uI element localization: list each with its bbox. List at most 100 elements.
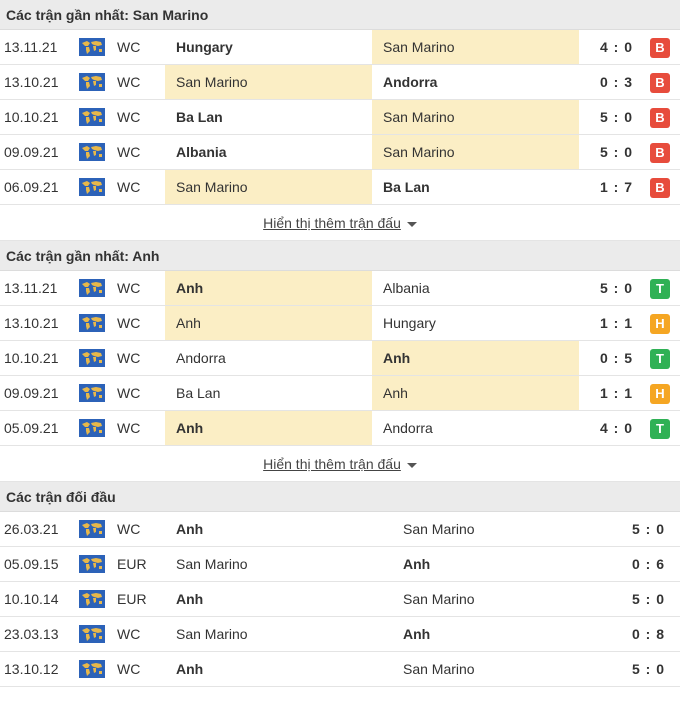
match-row[interactable]: 13.11.21 WC Anh Albania 5 : 0T [0, 271, 680, 306]
match-score[interactable]: 5 : 0 [600, 135, 650, 169]
match-row[interactable]: 23.03.13 WC San Marino Anh 0 : 8 [0, 617, 680, 652]
home-team[interactable]: Anh [165, 512, 385, 546]
match-score[interactable]: 1 : 1 [600, 376, 650, 410]
home-team[interactable]: Ba Lan [165, 376, 372, 410]
match-score[interactable]: 1 : 7 [600, 170, 650, 204]
match-date: 23.03.13 [4, 626, 59, 642]
match-row[interactable]: 05.09.15 EUR San Marino Anh 0 : 6 [0, 547, 680, 582]
away-team[interactable]: San Marino [392, 512, 612, 546]
match-score[interactable]: 0 : 3 [600, 65, 650, 99]
world-map-flag-icon [79, 384, 105, 402]
match-score[interactable]: 5 : 0 [600, 100, 650, 134]
home-team[interactable]: Anh [165, 411, 372, 445]
match-date: 10.10.21 [4, 350, 59, 366]
home-team[interactable]: Anh [165, 652, 385, 686]
league-code[interactable]: WC [117, 617, 161, 651]
match-score[interactable]: 0 : 8 [632, 617, 677, 651]
match-date: 05.09.21 [4, 420, 59, 436]
away-team[interactable]: Albania [372, 271, 579, 305]
away-team[interactable]: San Marino [392, 582, 612, 616]
match-date: 09.09.21 [4, 385, 59, 401]
away-team[interactable]: Ba Lan [372, 170, 579, 204]
league-code[interactable]: WC [117, 271, 161, 305]
home-team[interactable]: Ba Lan [165, 100, 372, 134]
league-code[interactable]: WC [117, 376, 161, 410]
league-code[interactable]: WC [117, 341, 161, 375]
world-map-flag-icon [79, 520, 105, 538]
match-row[interactable]: 10.10.21 WC Ba Lan San Marino 5 : 0B [0, 100, 680, 135]
match-date: 13.11.21 [4, 280, 58, 296]
match-score[interactable]: 5 : 0 [632, 512, 677, 546]
league-code[interactable]: EUR [117, 582, 161, 616]
home-team[interactable]: San Marino [165, 617, 385, 651]
match-row[interactable]: 13.11.21 WC Hungary San Marino 4 : 0B [0, 30, 680, 65]
match-score[interactable]: 5 : 0 [632, 652, 677, 686]
away-team[interactable]: San Marino [392, 652, 612, 686]
away-team[interactable]: Hungary [372, 306, 579, 340]
match-score[interactable]: 0 : 5 [600, 341, 650, 375]
league-code[interactable]: WC [117, 100, 161, 134]
recent-matches-section: Các trận gần nhất: San Marino 13.11.21 WC H… [0, 0, 680, 241]
away-team[interactable]: Anh [392, 547, 612, 581]
home-team[interactable]: Albania [165, 135, 372, 169]
away-team[interactable]: Anh [392, 617, 612, 651]
home-team[interactable]: San Marino [165, 547, 385, 581]
show-more-label: Hiển thị thêm trận đấu [263, 456, 401, 472]
match-score[interactable]: 5 : 0 [600, 271, 650, 305]
match-score[interactable]: 4 : 0 [600, 411, 650, 445]
match-date: 09.09.21 [4, 144, 59, 160]
match-row[interactable]: 10.10.14 EUR Anh San Marino 5 : 0 [0, 582, 680, 617]
away-team[interactable]: San Marino [372, 135, 579, 169]
league-code[interactable]: WC [117, 512, 161, 546]
world-map-flag-icon [79, 279, 105, 297]
match-row[interactable]: 09.09.21 WC Albania San Marino 5 : 0B [0, 135, 680, 170]
match-row[interactable]: 05.09.21 WC Anh Andorra 4 : 0T [0, 411, 680, 446]
result-badge: B [650, 73, 670, 93]
away-team[interactable]: Anh [372, 376, 579, 410]
match-row[interactable]: 13.10.21 WC San Marino Andorra 0 : 3B [0, 65, 680, 100]
league-code[interactable]: WC [117, 411, 161, 445]
world-map-flag-icon [79, 143, 105, 161]
away-team[interactable]: Anh [372, 341, 579, 375]
world-map-flag-icon [79, 349, 105, 367]
away-team[interactable]: Andorra [372, 65, 579, 99]
match-score[interactable]: 1 : 1 [600, 306, 650, 340]
result-badge: H [650, 384, 670, 404]
home-team[interactable]: Anh [165, 271, 372, 305]
match-row[interactable]: 26.03.21 WC Anh San Marino 5 : 0 [0, 512, 680, 547]
home-team[interactable]: Anh [165, 582, 385, 616]
home-team[interactable]: Anh [165, 306, 372, 340]
match-score[interactable]: 0 : 6 [632, 547, 677, 581]
league-code[interactable]: WC [117, 30, 161, 64]
world-map-flag-icon [79, 419, 105, 437]
league-code[interactable]: WC [117, 170, 161, 204]
caret-down-icon [406, 462, 417, 468]
match-date: 13.10.21 [4, 315, 59, 331]
match-row[interactable]: 13.10.12 WC Anh San Marino 5 : 0 [0, 652, 680, 687]
match-row[interactable]: 09.09.21 WC Ba Lan Anh 1 : 1H [0, 376, 680, 411]
away-team[interactable]: San Marino [372, 100, 579, 134]
match-row[interactable]: 10.10.21 WC Andorra Anh 0 : 5T [0, 341, 680, 376]
home-team[interactable]: San Marino [165, 65, 372, 99]
home-team[interactable]: San Marino [165, 170, 372, 204]
world-map-flag-icon [79, 73, 105, 91]
home-team[interactable]: Andorra [165, 341, 372, 375]
match-score[interactable]: 4 : 0 [600, 30, 650, 64]
away-team[interactable]: Andorra [372, 411, 579, 445]
section-title: Các trận gần nhất: San Marino [0, 0, 680, 30]
home-team[interactable]: Hungary [165, 30, 372, 64]
match-row[interactable]: 06.09.21 WC San Marino Ba Lan 1 : 7B [0, 170, 680, 205]
result-badge: T [650, 349, 670, 369]
league-code[interactable]: WC [117, 652, 161, 686]
league-code[interactable]: WC [117, 65, 161, 99]
show-more-link[interactable]: Hiển thị thêm trận đấu [263, 215, 417, 231]
league-code[interactable]: EUR [117, 547, 161, 581]
match-row[interactable]: 13.10.21 WC Anh Hungary 1 : 1H [0, 306, 680, 341]
league-code[interactable]: WC [117, 135, 161, 169]
match-score[interactable]: 5 : 0 [632, 582, 677, 616]
match-date: 10.10.14 [4, 591, 59, 607]
world-map-flag-icon [79, 590, 105, 608]
league-code[interactable]: WC [117, 306, 161, 340]
show-more-link[interactable]: Hiển thị thêm trận đấu [263, 456, 417, 472]
away-team[interactable]: San Marino [372, 30, 579, 64]
